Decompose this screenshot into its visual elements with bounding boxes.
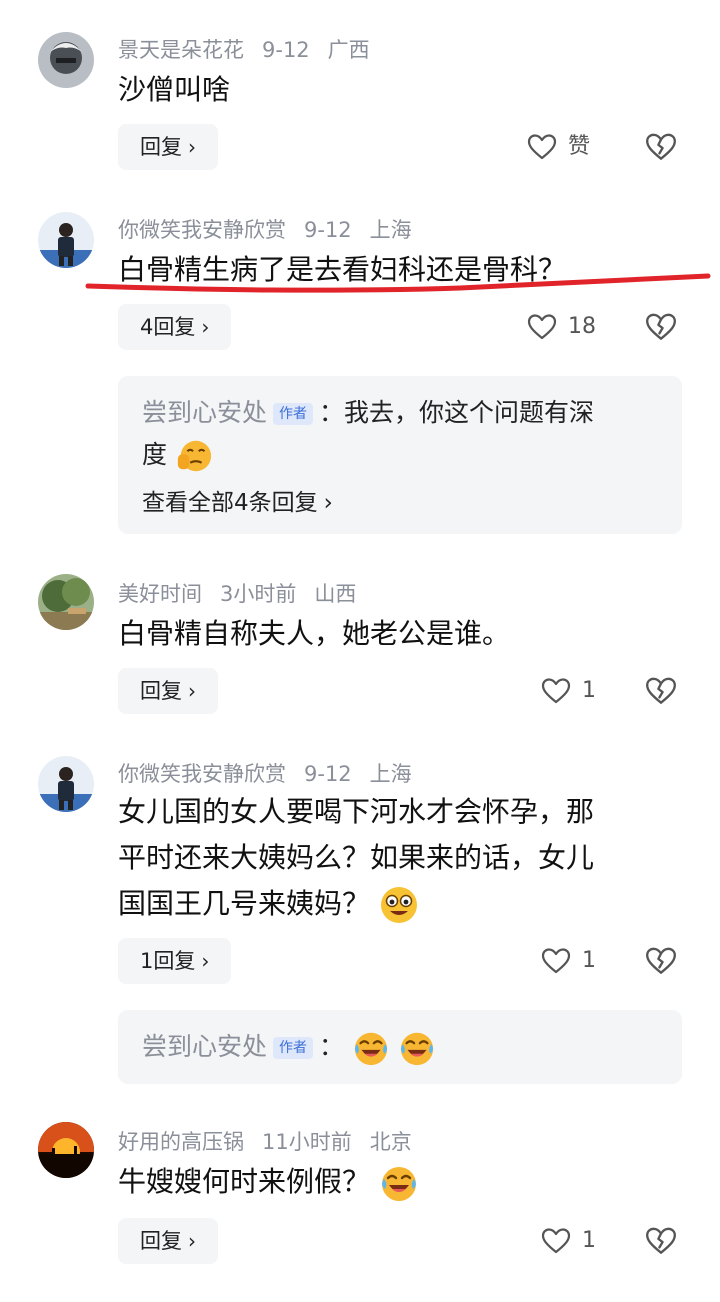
like-button[interactable]: 1 — [540, 1218, 596, 1264]
reply-thread[interactable]: 尝到心安处 作者： — [118, 1010, 682, 1084]
grin-emoji-icon — [380, 887, 417, 923]
avatar[interactable] — [38, 1122, 94, 1178]
heart-icon — [540, 675, 572, 707]
comment-location: 上海 — [369, 762, 412, 786]
like-count: 18 — [568, 314, 596, 339]
heart-icon — [526, 311, 558, 343]
thread-reply: 尝到心安处 作者 ：我去，你这个问题有深 — [142, 392, 662, 434]
comment-date: 3小时前 — [220, 582, 297, 606]
reply-button[interactable]: 回复 › — [118, 124, 218, 170]
heart-icon — [540, 1225, 572, 1257]
comment-text-last: 国国王几号来姨妈？ — [118, 880, 678, 928]
like-label: 赞 — [568, 134, 591, 159]
dislike-icon[interactable] — [644, 310, 678, 344]
dislike-icon[interactable] — [644, 1224, 678, 1258]
author-badge: 作者 — [273, 403, 314, 425]
reply-author[interactable]: 尝到心安处 — [142, 398, 267, 427]
username[interactable]: 好用的高压锅 — [118, 1130, 244, 1154]
dislike-icon[interactable] — [644, 944, 678, 978]
dislike-icon[interactable] — [644, 130, 678, 164]
reply-text: ： — [319, 1032, 345, 1061]
chevron-right-icon: › — [201, 315, 210, 339]
reply-label: 1回复 — [140, 949, 196, 973]
avatar[interactable] — [38, 32, 94, 88]
heart-icon — [540, 945, 572, 977]
like-count: 1 — [582, 1228, 596, 1253]
reply-button[interactable]: 1回复 › — [118, 938, 232, 984]
like-button[interactable]: 18 — [526, 304, 596, 350]
avatar[interactable] — [38, 212, 94, 268]
laugh-cry-emoji-icon — [379, 1163, 419, 1203]
thinking-emoji-icon — [177, 440, 212, 472]
comment-location: 北京 — [369, 1130, 412, 1154]
like-button[interactable]: 1 — [540, 938, 596, 984]
reply-text-cont: 度 — [142, 440, 168, 469]
like-count: 1 — [582, 948, 596, 973]
comment-text: 国国王几号来姨妈？ — [118, 887, 371, 920]
reply-author[interactable]: 尝到心安处 — [142, 1032, 267, 1061]
reply-label: 回复 — [140, 679, 182, 703]
username[interactable]: 景天是朵花花 — [118, 38, 244, 62]
comment-location: 上海 — [369, 218, 412, 242]
comment-date: 11小时前 — [262, 1130, 352, 1154]
comment-meta: 景天是朵花花 9-12 广西 — [118, 34, 388, 64]
chevron-right-icon: › — [188, 135, 196, 159]
like-count: 1 — [582, 678, 596, 703]
comment-text: 平时还来大姨妈么？如果来的话，女儿 — [118, 841, 595, 874]
reply-button[interactable]: 回复 › — [118, 1218, 218, 1264]
view-all-label: 查看全部4条回复 — [142, 490, 318, 516]
chevron-right-icon: › — [188, 679, 196, 703]
comment-date: 9-12 — [262, 38, 310, 62]
reply-label: 回复 — [140, 135, 182, 159]
avatar[interactable] — [38, 756, 94, 812]
reply-thread[interactable]: 尝到心安处 作者 ：我去，你这个问题有深 度 查看全部4条回复 › — [118, 376, 682, 534]
author-badge: 作者 — [273, 1037, 314, 1059]
view-all-replies-link[interactable]: 查看全部4条回复 › — [142, 482, 662, 524]
comment-meta: 你微笑我安静欣赏 9-12 上海 — [118, 758, 430, 788]
reply-label: 回复 — [140, 1229, 182, 1253]
comment-location: 广西 — [327, 38, 370, 62]
comment-meta: 你微笑我安静欣赏 9-12 上海 — [118, 214, 430, 244]
heart-icon — [526, 131, 558, 163]
reply-button[interactable]: 4回复 › — [118, 304, 232, 350]
thread-reply: 尝到心安处 作者： — [142, 1026, 662, 1068]
reply-label: 4回复 — [140, 315, 196, 339]
laugh-cry-emoji-icon — [398, 1029, 436, 1067]
dislike-icon[interactable] — [644, 674, 678, 708]
comment-date: 9-12 — [304, 762, 352, 786]
username[interactable]: 美好时间 — [118, 582, 202, 606]
comment-location: 山西 — [314, 582, 357, 606]
chevron-right-icon: › — [188, 1229, 196, 1253]
comment-text: 沙僧叫啥 — [118, 73, 231, 106]
like-button[interactable]: 1 — [540, 668, 596, 714]
reply-button[interactable]: 回复 › — [118, 668, 218, 714]
chevron-right-icon: › — [323, 490, 333, 516]
chevron-right-icon: › — [201, 949, 210, 973]
comment-text-line: 牛嫂嫂何时来例假？ — [118, 1158, 678, 1206]
comment-meta: 美好时间 3小时前 山西 — [118, 578, 374, 608]
comment-date: 9-12 — [304, 218, 352, 242]
reply-text: ：我去，你这个问题有深 — [319, 398, 595, 427]
comment-text: 牛嫂嫂何时来例假？ — [118, 1165, 371, 1198]
username[interactable]: 你微笑我安静欣赏 — [118, 762, 286, 786]
avatar[interactable] — [38, 574, 94, 630]
username[interactable]: 你微笑我安静欣赏 — [118, 218, 286, 242]
comment-meta: 好用的高压锅 11小时前 北京 — [118, 1126, 430, 1156]
laugh-cry-emoji-icon — [352, 1029, 390, 1067]
comment-text: 女儿国的女人要喝下河水才会怀孕，那 — [118, 795, 595, 828]
like-button[interactable]: 赞 — [526, 124, 590, 170]
comment-text: 白骨精自称夫人，她老公是谁。 — [118, 617, 511, 650]
thread-reply-cont: 度 — [142, 434, 662, 476]
